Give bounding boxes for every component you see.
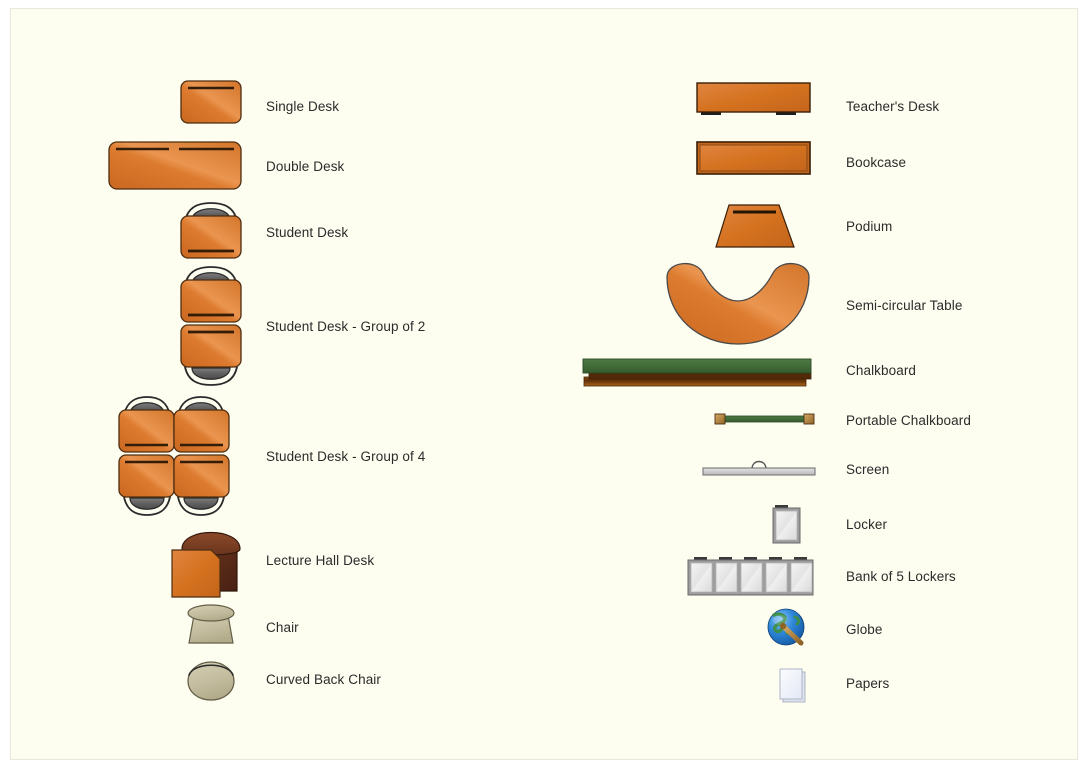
globe-shape[interactable] — [671, 603, 846, 655]
bookcase-icon — [696, 141, 811, 175]
stencil-label: Screen — [846, 461, 890, 477]
stencil-item-double-desk[interactable]: Double Desk — [106, 131, 344, 201]
locker-shape[interactable] — [671, 499, 846, 549]
stencil-item-portable-chalkboard[interactable]: Portable Chalkboard — [671, 401, 971, 439]
stencil-item-podium[interactable]: Podium — [671, 197, 892, 255]
podium-shape[interactable] — [671, 197, 846, 255]
stencil-item-bookcase[interactable]: Bookcase — [671, 129, 906, 195]
lecture-desk-panel-icon — [171, 549, 221, 598]
stencil-item-bank-of-5-lockers[interactable]: Bank of 5 Lockers — [671, 551, 956, 601]
double-desk-top-icon — [108, 141, 242, 190]
double-desk-shape[interactable] — [106, 131, 266, 201]
stencil-label: Student Desk - Group of 2 — [266, 319, 426, 334]
teachers-desk-icon — [696, 82, 811, 115]
stencil-item-lecture-hall-desk[interactable]: Lecture Hall Desk — [106, 521, 374, 599]
stencil-label: Single Desk — [266, 98, 340, 114]
student-chair-bottom-icon — [184, 366, 238, 386]
papers-shape[interactable] — [671, 657, 846, 709]
stencil-label: Locker — [846, 516, 888, 532]
stencil-item-student-desk-group-2[interactable]: Student Desk - Group of 2 — [106, 264, 425, 389]
stencil-item-curved-back-chair[interactable]: Curved Back Chair — [106, 649, 381, 709]
semi-circular-table-shape[interactable] — [631, 259, 846, 351]
student-desk-top-icon — [180, 279, 242, 323]
papers-icon — [779, 668, 806, 703]
curved-back-chair-shape[interactable] — [106, 649, 266, 709]
chalkboard-shape[interactable] — [551, 349, 846, 391]
stencil-item-locker[interactable]: Locker — [671, 499, 887, 549]
stencil-label: Double Desk — [266, 158, 345, 174]
desk-top-icon — [180, 80, 242, 124]
bank-of-lockers-icon — [687, 557, 814, 596]
stencil-label: Semi-circular Table — [846, 297, 963, 313]
stencil-item-student-desk-group-4[interactable]: Student Desk - Group of 4 — [106, 394, 425, 519]
stencil-label: Portable Chalkboard — [846, 412, 971, 428]
stencil-item-student-desk[interactable]: Student Desk — [106, 199, 348, 265]
curved-back-chair-icon — [187, 661, 235, 701]
student-desk-bottom-left-icon — [118, 454, 175, 498]
student-desk-bottom-right-icon — [173, 454, 230, 498]
portable-chalkboard-shape[interactable] — [671, 401, 846, 439]
stencil-label: Bank of 5 Lockers — [846, 568, 956, 584]
student-desk-bottom-icon — [180, 324, 242, 368]
student-desk-group-2-shape[interactable] — [106, 264, 266, 389]
stencil-item-chair[interactable]: Chair — [106, 597, 299, 657]
stencil-label: Bookcase — [846, 154, 907, 170]
student-chair-bottom-right-icon — [177, 496, 225, 516]
portable-chalkboard-icon — [714, 413, 815, 425]
stencil-item-chalkboard[interactable]: Chalkboard — [551, 349, 916, 391]
stencil-label: Lecture Hall Desk — [266, 552, 375, 568]
chalkboard-icon — [582, 358, 812, 387]
student-chair-bottom-left-icon — [123, 496, 171, 516]
screen-shape[interactable] — [671, 449, 846, 489]
student-desk-top-icon — [180, 215, 242, 259]
semi-circular-table-icon — [666, 263, 810, 345]
stencil-label: Globe — [846, 621, 883, 637]
chair-icon — [187, 604, 235, 644]
stencil-label: Curved Back Chair — [266, 671, 381, 687]
stencil-item-papers[interactable]: Papers — [671, 657, 889, 709]
student-desk-top-right-icon — [173, 409, 230, 453]
student-desk-shape[interactable] — [106, 199, 266, 265]
globe-icon — [767, 608, 805, 646]
stencil-canvas: Single Desk Double Desk Student Desk Stu… — [10, 8, 1078, 760]
bookcase-shape[interactable] — [671, 129, 846, 195]
stencil-label: Teacher's Desk — [846, 98, 940, 114]
stencil-item-globe[interactable]: Globe — [671, 603, 883, 655]
stencil-label: Papers — [846, 675, 890, 691]
screen-icon — [702, 460, 816, 476]
student-desk-top-left-icon — [118, 409, 175, 453]
podium-icon — [715, 204, 795, 248]
stencil-item-screen[interactable]: Screen — [671, 449, 889, 489]
stencil-item-semi-circular-table[interactable]: Semi-circular Table — [631, 259, 962, 351]
bank-of-5-lockers-shape[interactable] — [671, 551, 846, 601]
stencil-label: Student Desk — [266, 224, 349, 240]
lecture-hall-desk-shape[interactable] — [106, 521, 266, 599]
student-desk-group-4-shape[interactable] — [106, 394, 266, 519]
stencil-label: Chalkboard — [846, 362, 917, 378]
stencil-label: Chair — [266, 619, 299, 635]
chair-shape[interactable] — [106, 597, 266, 657]
stencil-label: Podium — [846, 218, 893, 234]
stencil-label: Student Desk - Group of 4 — [266, 449, 426, 464]
locker-icon — [772, 505, 801, 544]
